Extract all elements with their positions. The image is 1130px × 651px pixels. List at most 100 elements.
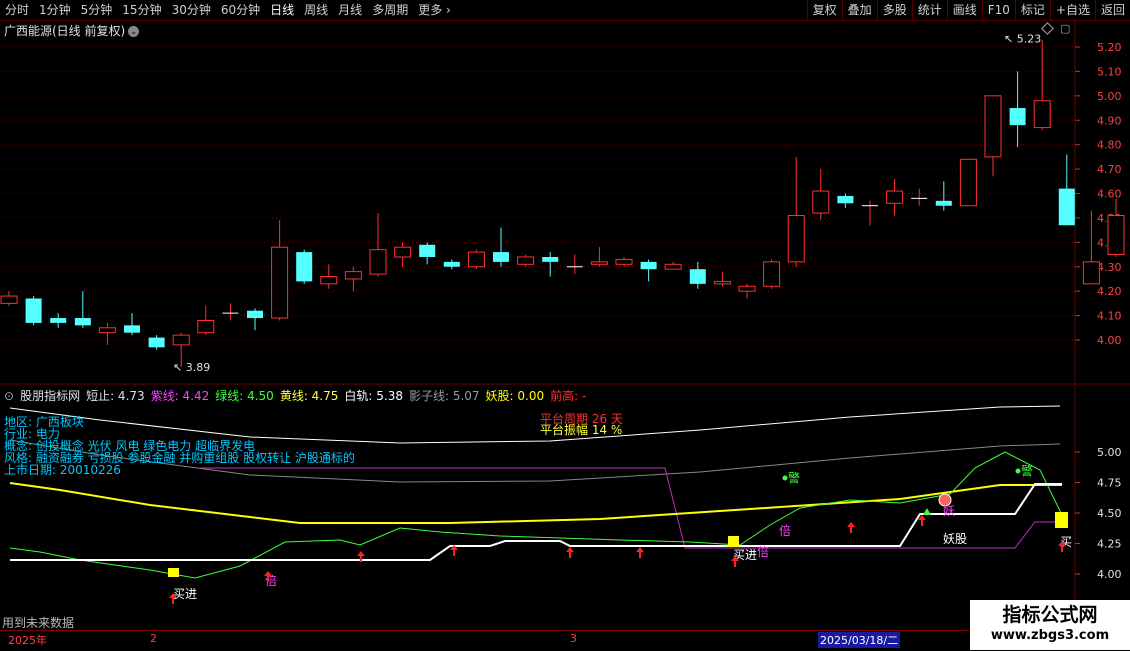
candle-body-38 [935,200,952,206]
indicator-title: 股朋指标网 [20,389,81,403]
candle-body-42 [1033,100,1051,129]
candle-body-0 [0,295,18,304]
price-label-1: 5.10 [1097,65,1122,78]
candle-body-4 [98,327,116,334]
double-label-3: 倍 [779,523,791,538]
warn-label-1: 警 [788,470,800,485]
price-label-10: 4.20 [1097,285,1122,298]
demon-stock-label: 妖股 [943,532,967,546]
price-label-2: 5.00 [1097,90,1122,103]
price-label-6: 4.60 [1097,188,1122,201]
indicator-item-5: 影子线: 5.07 [408,389,480,403]
candle-body-27 [664,263,682,270]
indicator-item-3: 黄线: 4.75 [279,389,339,403]
candle-body-10 [247,310,263,319]
ind-axis-label-1: 4.75 [1097,477,1122,490]
timeline-year: 2025年 [8,634,47,647]
candle-body-11 [271,246,289,319]
price-label-5: 4.70 [1097,163,1122,176]
candle-body-40 [984,95,1002,158]
candle-body-31 [763,261,781,287]
ind-axis-label-2: 4.50 [1097,507,1122,520]
candle-body-39 [959,158,977,207]
candle-body-14 [344,271,362,280]
candle-body-26 [640,261,657,270]
up-arrow-icon-4 [566,547,574,558]
price-label-11: 4.10 [1097,310,1122,323]
demon-label: 妖 [943,504,955,518]
price-label-3: 4.90 [1097,114,1122,127]
platform-info: 平台周期 26 天 平台振幅 14 % [540,413,623,437]
timeline-cursor-date: 2025/03/18/二 [818,632,901,648]
date-timeline: 2025年 2 3 2025/03/18/二 [0,630,1130,651]
candle-body-24 [590,261,608,265]
candle-body-33 [812,190,830,214]
candle-body-2 [50,318,67,323]
candle-body-45 [1107,214,1125,256]
kline-chart: 5.205.105.004.904.804.704.604.504.404.30… [0,20,1130,630]
indicator-item-2: 绿线: 4.50 [215,389,274,403]
candle-body-8 [197,319,215,334]
purple-line [200,467,1062,549]
high-price-label: ↖ 5.23 [1004,33,1041,46]
candle-body-29 [713,280,731,285]
price-label-12: 4.00 [1097,334,1122,347]
up-arrow-icon-5 [636,547,644,558]
price-label-9: 4.30 [1097,261,1122,274]
watermark-logo: 指标公式网 www.zbgs3.com [970,600,1130,650]
candle-body-34 [837,195,854,204]
platform-amplitude: 平台振幅 14 % [540,423,623,437]
indicator-item-4: 白轨: 5.38 [344,389,403,403]
candle-body-12 [296,252,313,282]
indicator-item-0: 短止: 4.73 [86,389,145,403]
yellow-line [9,482,1062,524]
buy-marker-2 [728,536,739,547]
ind-axis-label-0: 5.00 [1097,446,1122,459]
indicator-item-1: 紫线: 4.42 [150,389,210,403]
candle-body-17 [419,244,436,257]
buy-marker-3 [1055,512,1068,528]
candle-body-25 [615,258,633,265]
watermark-line1: 指标公式网 [1002,604,1098,626]
candle-body-20 [493,252,509,262]
buy-label-1: 买进 [173,587,197,601]
candle-body-16 [394,246,412,258]
ind-axis-label-4: 4.00 [1097,568,1122,581]
price-label-4: 4.80 [1097,139,1122,152]
candle-body-30 [738,285,756,292]
up-arrow-icon-7 [847,522,855,533]
indicator-chevron-icon[interactable]: ⊙ [4,389,14,403]
indicator-item-7: 前高: - [550,389,587,403]
warn-dot-1 [782,475,788,481]
candle-body-7 [172,334,190,346]
warn-dot-2 [1015,468,1021,474]
candle-body-43 [1058,188,1075,226]
future-data-note: 用到未来数据 [2,616,75,630]
indicator-values: 短止: 4.73 紫线: 4.42 绿线: 4.50 黄线: 4.75 白轨: 5.38… [86,389,592,403]
double-label-2: 倍 [757,544,769,559]
watermark-line2: www.zbgs3.com [990,628,1110,643]
candle-body-1 [25,298,42,323]
white-step-line [10,483,1062,561]
buy-marker-1 [168,568,179,577]
timeline-month-3: 3 [570,632,577,645]
candle-body-19 [467,251,485,268]
timeline-month-2: 2 [150,632,157,645]
candle-body-18 [443,261,460,267]
low-price-label: ↖ 3.89 [173,361,210,374]
candle-body-32 [787,214,805,263]
candle-body-44 [1082,261,1100,285]
indicator-item-6: 妖股: 0.00 [485,389,545,403]
candle-body-3 [74,318,91,326]
candle-body-13 [320,276,338,285]
candle-body-28 [689,269,706,284]
candle-body-22 [542,256,559,262]
indicator-header: ⊙ 股朋指标网 短止: 4.73 紫线: 4.42 绿线: 4.50 黄线: 4.75 白轨… [4,387,598,404]
candle-body-5 [124,325,140,333]
stock-info-block: 地区: 广西板块 行业: 电力 概念: 创投概念 光伏 风电 绿色电力 超临界发电风… [4,416,355,476]
candle-body-15 [369,249,387,275]
candle-body-6 [148,337,165,348]
green-triangle-icon [923,508,931,515]
price-label-0: 5.20 [1097,41,1122,54]
info-line-4: 上市日期: 20010226 [4,463,121,477]
